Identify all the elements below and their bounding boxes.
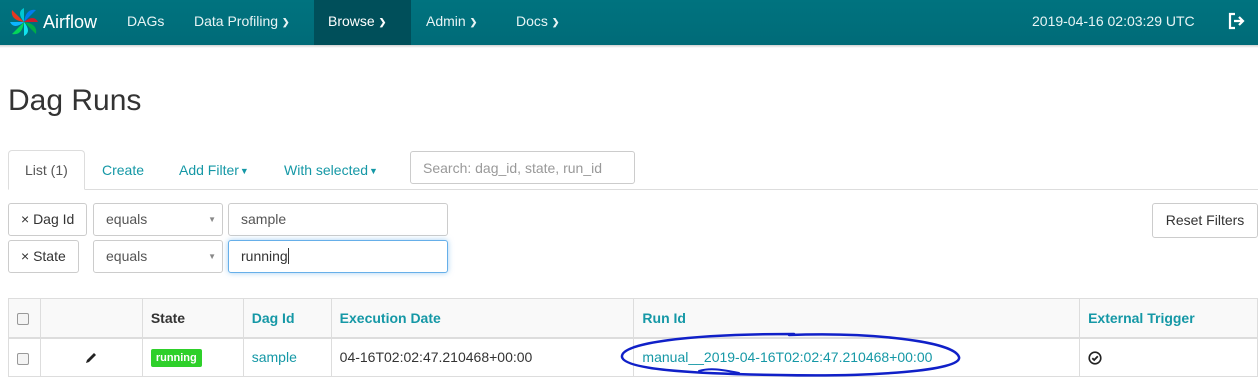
column-header-external-trigger[interactable]: External Trigger xyxy=(1079,298,1258,339)
select-arrow-icon: ▼ xyxy=(208,215,216,224)
reset-filters-button[interactable]: Reset Filters xyxy=(1152,203,1258,238)
select-all-checkbox[interactable] xyxy=(17,313,29,326)
table-header-row: State Dag Id Execution Date Run Id Exter… xyxy=(8,298,1258,339)
tab-create[interactable]: Create xyxy=(86,150,160,190)
airflow-logo-icon xyxy=(10,8,38,36)
nav-browse[interactable]: Browse ❯ xyxy=(314,0,411,45)
actions-header xyxy=(39,298,143,339)
filter-operator-select[interactable]: equals ▼ xyxy=(93,240,223,273)
nav-docs-label: Docs xyxy=(516,13,548,29)
filter-operator-value: equals xyxy=(106,248,148,264)
nav-browse-label: Browse xyxy=(328,13,375,29)
nav-admin[interactable]: Admin ❯ xyxy=(412,0,491,45)
tab-with-selected[interactable]: With selected▼ xyxy=(268,150,394,190)
dag-runs-table: State Dag Id Execution Date Run Id Exter… xyxy=(8,298,1258,377)
tab-list[interactable]: List (1) xyxy=(8,150,85,190)
with-selected-label: With selected xyxy=(284,162,369,178)
row-actions-cell xyxy=(39,337,143,377)
remove-filter-state-button[interactable]: × State xyxy=(8,240,79,273)
chevron-down-icon: ❯ xyxy=(551,17,560,27)
table-row: running sample 04-16T02:02:47.210468+00:… xyxy=(8,337,1258,377)
nav-dags-label: DAGs xyxy=(127,13,165,29)
column-header-execution-date[interactable]: Execution Date xyxy=(330,298,635,339)
nav-data-profiling[interactable]: Data Profiling ❯ xyxy=(180,0,304,45)
nav-data-profiling-label: Data Profiling xyxy=(194,13,279,29)
column-header-state[interactable]: State xyxy=(141,298,244,339)
remove-filter-dag-id-button[interactable]: × Dag Id xyxy=(8,203,88,236)
add-filter-label: Add Filter xyxy=(179,162,239,178)
top-navbar: Airflow DAGs Data Profiling ❯ Browse ❯ Adm… xyxy=(0,0,1258,45)
nav-docs[interactable]: Docs ❯ xyxy=(502,0,573,45)
nav-dags[interactable]: DAGs xyxy=(113,0,178,45)
row-select-cell xyxy=(8,337,41,377)
chevron-down-icon: ❯ xyxy=(282,17,290,27)
logout-icon[interactable] xyxy=(1228,12,1246,30)
check-circle-icon xyxy=(1088,351,1102,365)
chevron-down-icon: ❯ xyxy=(469,17,478,27)
row-checkbox[interactable] xyxy=(17,352,29,365)
select-arrow-icon: ▼ xyxy=(208,252,216,261)
state-cell: running xyxy=(141,337,244,377)
pencil-edit-icon[interactable] xyxy=(84,351,98,365)
run-id-link[interactable]: manual__2019-04-16T02:02:47.210468+00:00 xyxy=(642,349,932,365)
filter-operator-select[interactable]: equals ▼ xyxy=(93,203,223,236)
brand[interactable]: Airflow xyxy=(8,6,97,38)
dag-id-link[interactable]: sample xyxy=(252,349,297,365)
nav-admin-label: Admin xyxy=(426,13,466,29)
execution-date-cell: 04-16T02:02:47.210468+00:00 xyxy=(330,337,635,377)
page-title: Dag Runs xyxy=(8,84,142,117)
external-trigger-cell xyxy=(1079,337,1258,377)
filter-value-text: running xyxy=(241,248,288,264)
dag-id-cell: sample xyxy=(242,337,332,377)
select-all-cell xyxy=(8,298,41,339)
filter-operator-value: equals xyxy=(106,211,148,227)
caret-down-icon: ▼ xyxy=(239,166,249,176)
status-badge: running xyxy=(150,348,202,367)
tab-add-filter[interactable]: Add Filter▼ xyxy=(163,150,265,190)
chevron-down-icon: ❯ xyxy=(378,17,387,27)
filter-value-input[interactable]: sample xyxy=(228,203,448,236)
server-time: 2019-04-16 02:03:29 UTC xyxy=(1032,13,1195,29)
column-header-dag-id[interactable]: Dag Id xyxy=(242,298,332,339)
search-input[interactable] xyxy=(410,151,635,184)
caret-down-icon: ▼ xyxy=(369,166,378,176)
run-id-cell: manual__2019-04-16T02:02:47.210468+00:00 xyxy=(633,337,1081,377)
filter-value-input[interactable]: running xyxy=(228,240,448,273)
column-header-run-id[interactable]: Run Id xyxy=(633,298,1081,339)
text-cursor xyxy=(287,248,289,264)
navbar-shadow xyxy=(0,45,1258,48)
brand-name: Airflow xyxy=(43,11,98,32)
